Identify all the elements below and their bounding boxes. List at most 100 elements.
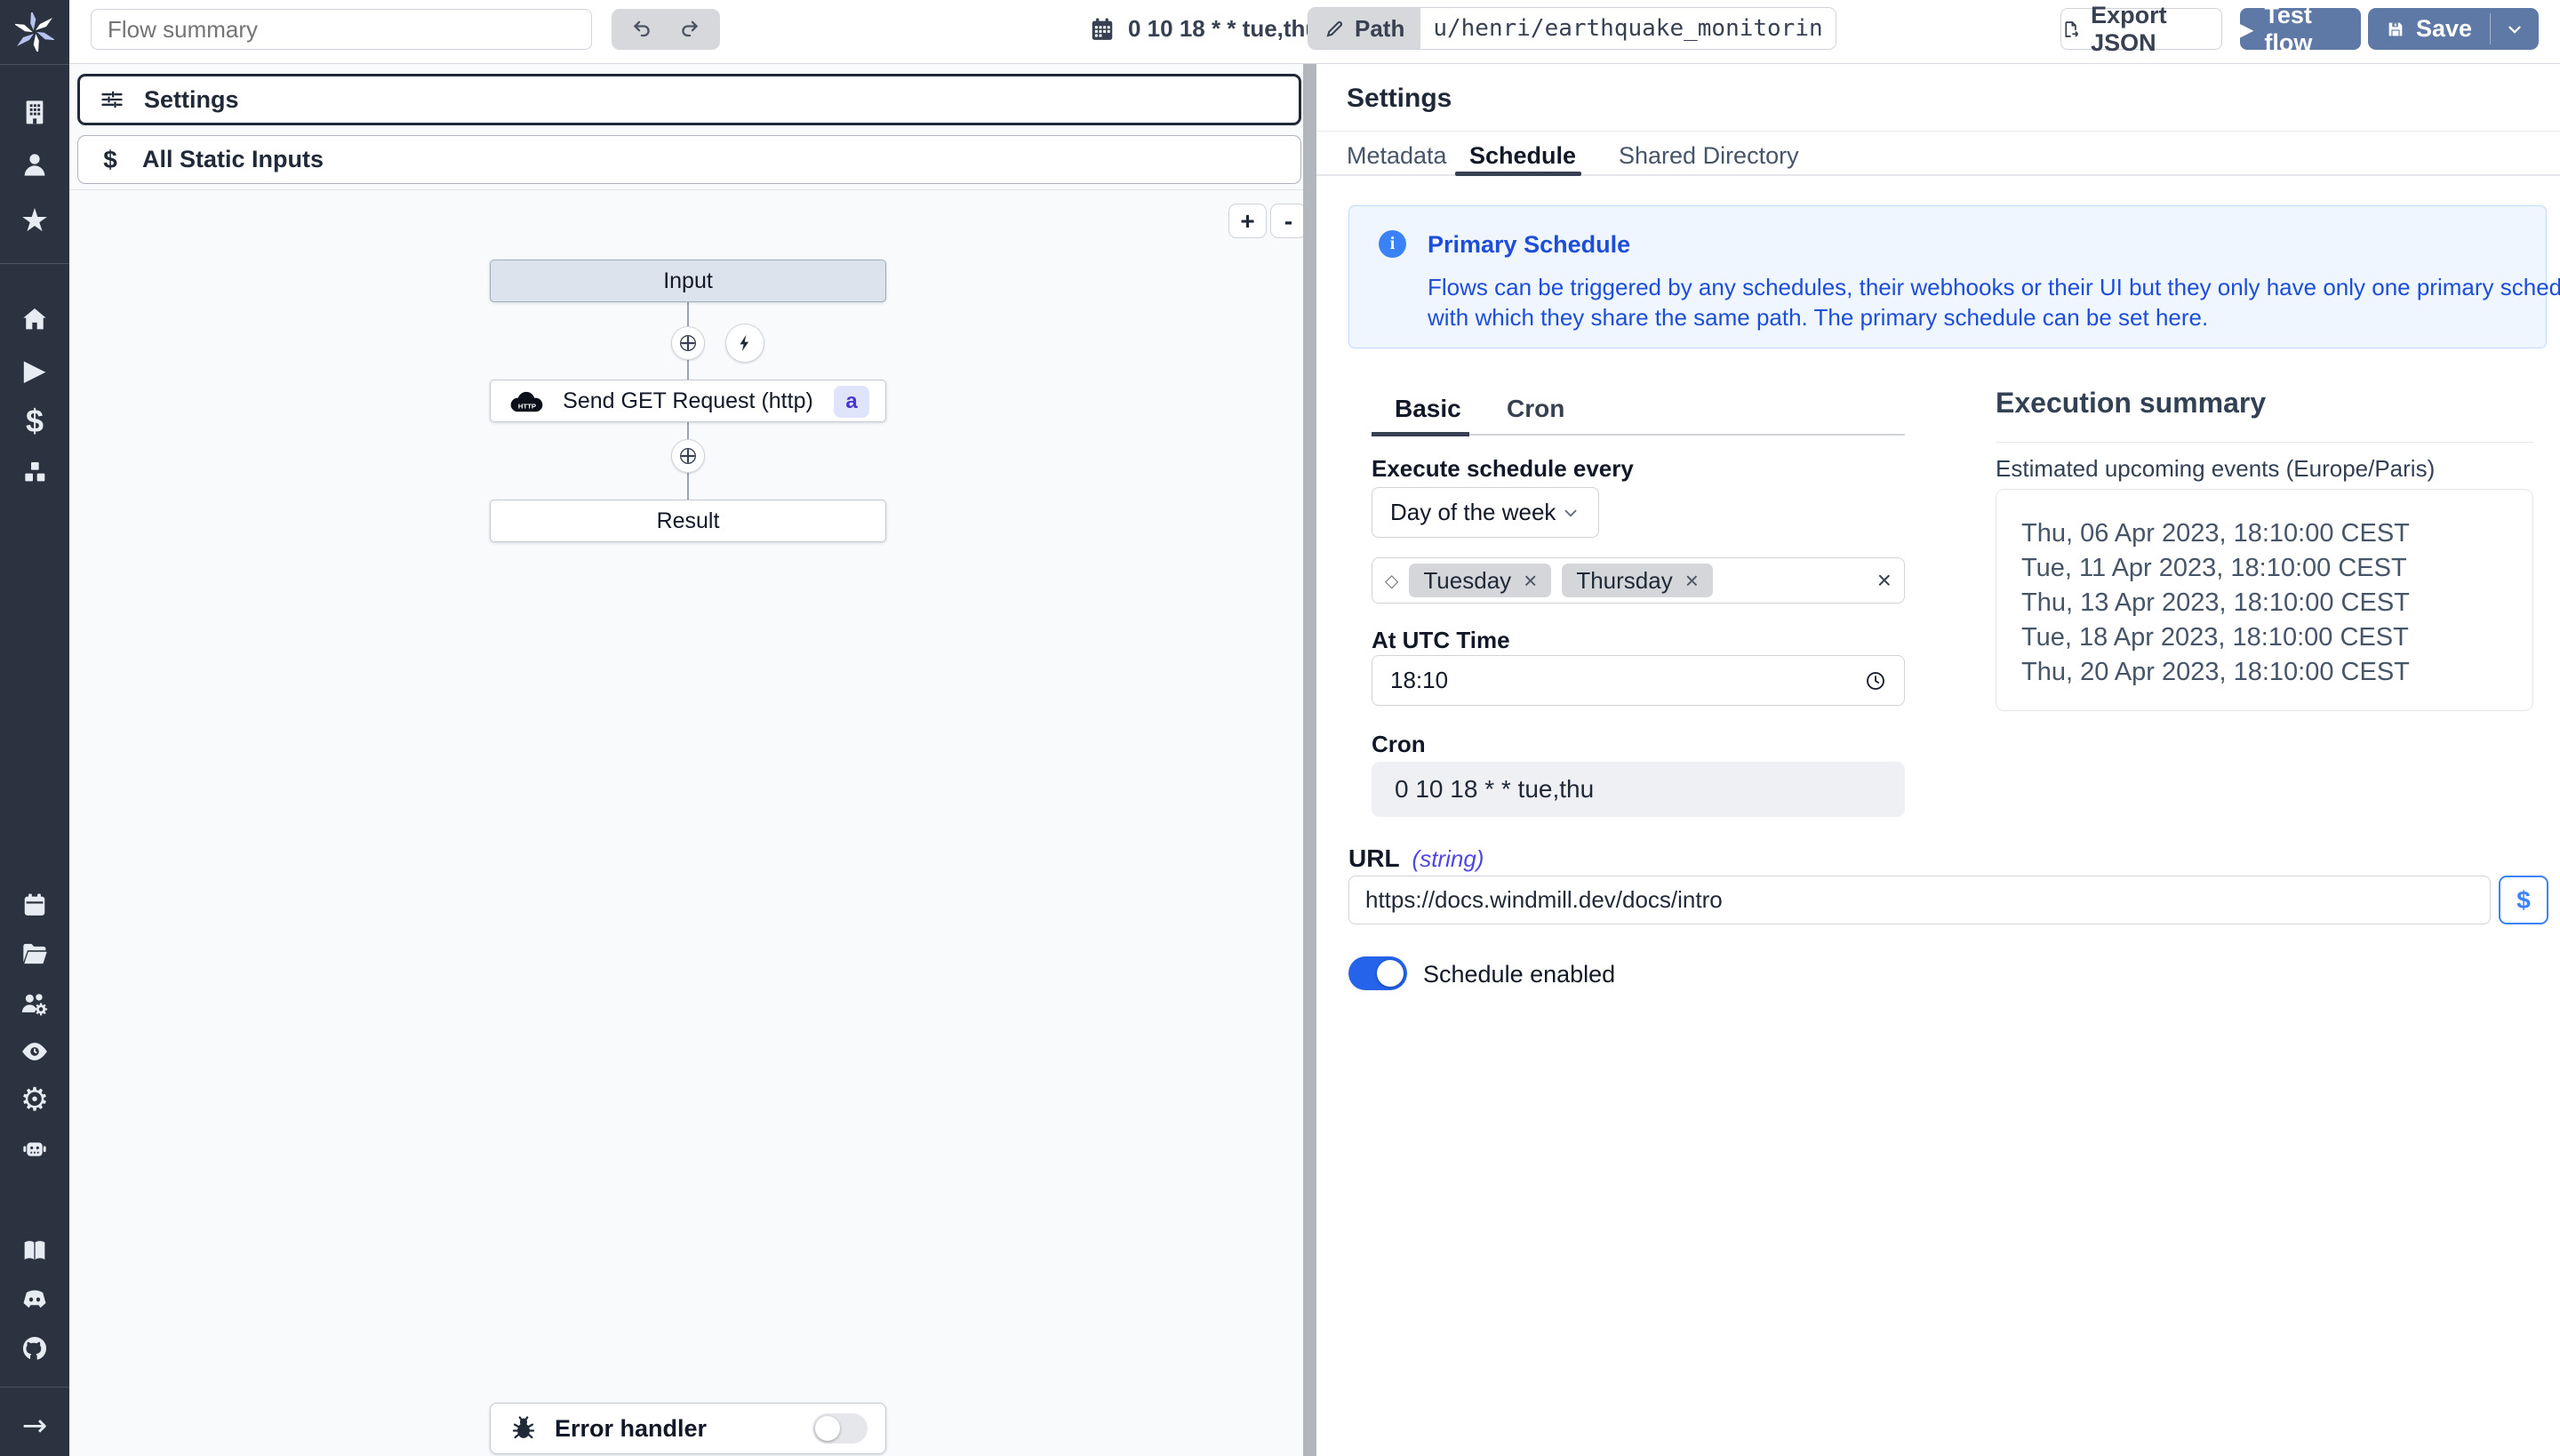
tab-shared-directory[interactable]: Shared Directory — [1619, 142, 1799, 170]
tab-metadata[interactable]: Metadata — [1347, 142, 1447, 170]
flow-input-node[interactable]: Input — [490, 260, 886, 302]
zoom-in-button[interactable]: + — [1228, 204, 1267, 238]
sidebar-divider — [0, 1387, 69, 1388]
workspace-icon[interactable] — [0, 92, 69, 132]
worker-robot-icon[interactable] — [0, 1129, 69, 1168]
info-icon: i — [1379, 230, 1406, 258]
clock-icon[interactable] — [1865, 670, 1886, 692]
resources-cubes-icon[interactable] — [0, 453, 69, 492]
collapse-arrow-icon[interactable]: → — [0, 1406, 69, 1445]
zoom-in-label: + — [1240, 207, 1254, 236]
variable-picker-label: $ — [2516, 886, 2531, 915]
all-static-inputs-box[interactable]: $ All Static Inputs — [77, 135, 1301, 184]
github-icon[interactable] — [0, 1329, 69, 1368]
home-icon[interactable] — [0, 300, 69, 339]
add-step-button[interactable] — [671, 326, 705, 360]
flow-summary-input[interactable] — [91, 9, 592, 50]
flow-settings-label: Settings — [144, 86, 239, 114]
groups-users-icon[interactable] — [0, 984, 69, 1023]
error-handler-node[interactable]: Error handler — [490, 1403, 886, 1454]
input-node-label: Input — [663, 268, 713, 294]
subtab-active-underline — [1372, 432, 1469, 436]
subtab-basic[interactable]: Basic — [1395, 395, 1461, 423]
subtab-cron[interactable]: Cron — [1507, 395, 1564, 423]
runs-play-icon[interactable]: ▶ — [0, 350, 69, 389]
path-field-group: Path u/henri/earthquake_monitorin — [1308, 7, 1836, 50]
settings-panel: Settings Metadata Schedule Shared Direct… — [1316, 64, 2560, 1456]
day-chip-tuesday[interactable]: Tuesday × — [1409, 564, 1551, 597]
url-label: URL — [1348, 844, 1400, 873]
error-handler-toggle[interactable] — [812, 1413, 868, 1444]
path-label: Path — [1355, 15, 1404, 43]
url-input[interactable] — [1348, 876, 2491, 924]
primary-schedule-preview: 0 10 18 * * tue,thu — [1089, 15, 1319, 43]
tab-schedule[interactable]: Schedule — [1469, 142, 1576, 170]
execution-summary-title: Execution summary — [1996, 387, 2266, 420]
windmill-logo-icon — [15, 12, 54, 52]
file-export-icon — [2061, 19, 2080, 40]
http-cloud-icon: HTTP — [507, 390, 548, 414]
discord-icon[interactable] — [0, 1280, 69, 1319]
panel-divider — [69, 189, 1303, 190]
clear-all-icon[interactable]: × — [1877, 566, 1892, 595]
chip-remove-icon[interactable]: × — [1685, 567, 1699, 595]
zoom-out-button[interactable]: - — [1270, 204, 1307, 238]
save-dropdown-button[interactable] — [2491, 8, 2539, 50]
settings-gear-icon[interactable]: ⚙ — [0, 1080, 69, 1119]
audit-eye-icon[interactable] — [0, 1032, 69, 1071]
utc-time-label: At UTC Time — [1372, 627, 1510, 654]
test-flow-label: Test flow — [2264, 2, 2361, 57]
svg-text:HTTP: HTTP — [518, 403, 536, 411]
variables-dollar-icon[interactable]: $ — [0, 402, 69, 441]
save-button[interactable]: Save — [2368, 8, 2490, 50]
day-chip-thursday[interactable]: Thursday × — [1562, 564, 1713, 597]
event-row: Thu, 20 Apr 2023, 18:10:00 CEST — [2021, 655, 2532, 690]
schedules-calendar-icon[interactable] — [0, 885, 69, 924]
url-type-hint: (string) — [1412, 845, 1484, 873]
redo-icon[interactable] — [677, 17, 702, 42]
flow-settings-box[interactable]: Settings — [77, 74, 1301, 125]
toggle-knob — [815, 1416, 840, 1441]
export-json-button[interactable]: Export JSON — [2060, 8, 2222, 50]
sidebar-divider — [0, 263, 69, 264]
utc-time-input[interactable]: 18:10 — [1372, 655, 1905, 706]
docs-book-icon[interactable] — [0, 1231, 69, 1270]
utc-time-value: 18:10 — [1390, 667, 1448, 694]
user-icon[interactable] — [0, 145, 69, 184]
test-flow-button[interactable]: ▶ Test flow — [2240, 8, 2361, 50]
dollar-icon: $ — [98, 146, 123, 174]
panel-splitter[interactable] — [1303, 64, 1316, 1456]
schedule-subtabs: Basic Cron — [1372, 384, 1905, 436]
frequency-select[interactable]: Day of the week — [1372, 487, 1599, 538]
sidebar: ★ ▶ $ ⚙ → — [0, 0, 69, 1456]
info-line-1: Flows can be triggered by any schedules,… — [1428, 272, 2560, 302]
folders-icon[interactable] — [0, 934, 69, 973]
flow-step-node[interactable]: HTTP Send GET Request (http) a — [490, 380, 886, 422]
windmill-logo[interactable] — [0, 9, 69, 55]
schedule-enabled-toggle[interactable] — [1348, 956, 1407, 990]
flow-editor-panel: Settings $ All Static Inputs + - Input H… — [69, 64, 1303, 1456]
path-value[interactable]: u/henri/earthquake_monitorin — [1420, 8, 1835, 49]
execution-summary-subtitle: Estimated upcoming events (Europe/Paris) — [1996, 455, 2435, 483]
event-row: Tue, 18 Apr 2023, 18:10:00 CEST — [2021, 620, 2532, 655]
favorites-star-icon[interactable]: ★ — [0, 201, 69, 240]
info-line-2: with which they share the same path. The… — [1428, 302, 2208, 332]
cron-label: Cron — [1372, 731, 1426, 758]
undo-icon[interactable] — [629, 17, 654, 42]
sort-handle-icon: ◇ — [1385, 570, 1398, 591]
plus-icon — [679, 334, 697, 352]
zoom-out-label: - — [1284, 207, 1292, 236]
trigger-bolt-button[interactable] — [725, 324, 764, 363]
info-title: Primary Schedule — [1428, 231, 1630, 259]
days-multiselect[interactable]: ◇ Tuesday × Thursday × × — [1372, 557, 1905, 604]
undo-redo-group — [612, 9, 720, 50]
variable-picker-button[interactable]: $ — [2499, 876, 2548, 924]
pencil-icon — [1324, 18, 1346, 39]
flow-result-node[interactable]: Result — [490, 500, 886, 542]
export-json-label: Export JSON — [2091, 2, 2221, 57]
chip-remove-icon[interactable]: × — [1524, 567, 1537, 595]
execution-summary-divider — [1996, 442, 2533, 443]
cron-preview-text: 0 10 18 * * tue,thu — [1128, 15, 1319, 43]
path-label-segment[interactable]: Path — [1308, 8, 1420, 49]
add-step-button[interactable] — [671, 439, 705, 473]
